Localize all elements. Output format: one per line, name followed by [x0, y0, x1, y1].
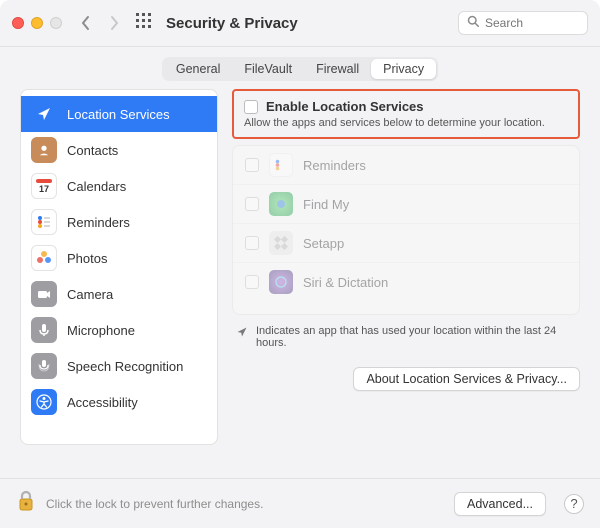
sidebar-item-microphone[interactable]: Microphone	[21, 312, 217, 348]
window-title: Security & Privacy	[166, 15, 298, 32]
app-row-reminders[interactable]: Reminders	[233, 146, 579, 185]
sidebar-item-label: Speech Recognition	[67, 359, 183, 374]
window-traffic-lights	[12, 17, 62, 29]
help-button[interactable]: ?	[564, 494, 584, 514]
enable-location-label: Enable Location Services	[266, 99, 424, 114]
tab-general[interactable]: General	[164, 59, 232, 79]
sidebar-item-label: Location Services	[67, 107, 170, 122]
tab-filevault[interactable]: FileVault	[232, 59, 304, 79]
sidebar-item-label: Accessibility	[67, 395, 138, 410]
tab-group: General FileVault Firewall Privacy	[162, 57, 438, 81]
enable-location-checkbox[interactable]	[244, 100, 258, 114]
speech-icon	[31, 353, 57, 379]
search-icon	[467, 14, 479, 32]
lock-icon[interactable]	[16, 489, 36, 518]
search-field[interactable]	[458, 11, 588, 35]
about-row: About Location Services & Privacy...	[232, 367, 580, 391]
footer: Click the lock to prevent further change…	[0, 478, 600, 528]
app-row-findmy[interactable]: Find My	[233, 185, 579, 224]
setapp-icon	[269, 231, 293, 255]
accessibility-icon	[31, 389, 57, 415]
close-window-button[interactable]	[12, 17, 24, 29]
advanced-button[interactable]: Advanced...	[454, 492, 546, 516]
lock-text: Click the lock to prevent further change…	[46, 497, 263, 511]
sidebar-item-accessibility[interactable]: Accessibility	[21, 384, 217, 420]
content-area: Location Services Contacts 17 Calendars …	[0, 89, 600, 445]
app-checkbox[interactable]	[245, 236, 259, 250]
app-label: Setapp	[303, 236, 344, 251]
main-panel: Enable Location Services Allow the apps …	[232, 89, 580, 445]
sidebar-item-photos[interactable]: Photos	[21, 240, 217, 276]
photos-icon	[31, 245, 57, 271]
zoom-window-button[interactable]	[50, 17, 62, 29]
app-checkbox[interactable]	[245, 158, 259, 172]
microphone-icon	[31, 317, 57, 343]
show-all-button[interactable]	[136, 13, 152, 34]
minimize-window-button[interactable]	[31, 17, 43, 29]
location-usage-note: Indicates an app that has used your loca…	[232, 325, 580, 349]
tab-privacy[interactable]: Privacy	[371, 59, 436, 79]
sidebar-item-calendars[interactable]: 17 Calendars	[21, 168, 217, 204]
calendar-icon: 17	[31, 173, 57, 199]
sidebar-item-label: Contacts	[67, 143, 118, 158]
sidebar-item-location[interactable]: Location Services	[21, 96, 217, 132]
sidebar-item-label: Photos	[67, 251, 107, 266]
tab-bar: General FileVault Firewall Privacy	[0, 47, 600, 89]
tab-firewall[interactable]: Firewall	[304, 59, 371, 79]
note-text: Indicates an app that has used your loca…	[256, 325, 576, 349]
camera-icon	[31, 281, 57, 307]
app-label: Siri & Dictation	[303, 275, 388, 290]
sidebar-item-speech[interactable]: Speech Recognition	[21, 348, 217, 384]
location-apps-list: Reminders Find My Setapp	[232, 145, 580, 315]
enable-location-highlight: Enable Location Services Allow the apps …	[232, 89, 580, 139]
app-label: Reminders	[303, 158, 366, 173]
search-input[interactable]	[485, 16, 579, 30]
back-button[interactable]	[80, 15, 92, 31]
enable-location-description: Allow the apps and services below to det…	[244, 117, 568, 129]
enable-location-row: Enable Location Services	[244, 99, 568, 114]
location-arrow-icon	[236, 325, 248, 349]
svg-text:17: 17	[39, 184, 49, 194]
findmy-icon	[269, 192, 293, 216]
sidebar-item-label: Calendars	[67, 179, 126, 194]
sidebar-item-label: Reminders	[67, 215, 130, 230]
sidebar-item-reminders[interactable]: Reminders	[21, 204, 217, 240]
sidebar-item-label: Microphone	[67, 323, 135, 338]
forward-button[interactable]	[108, 15, 120, 31]
app-checkbox[interactable]	[245, 197, 259, 211]
app-row-siri[interactable]: Siri & Dictation	[233, 263, 579, 301]
sidebar-item-label: Camera	[67, 287, 113, 302]
about-location-button[interactable]: About Location Services & Privacy...	[353, 367, 580, 391]
nav-buttons	[80, 15, 120, 31]
sidebar-item-contacts[interactable]: Contacts	[21, 132, 217, 168]
preferences-window: Security & Privacy General FileVault Fir…	[0, 0, 600, 528]
reminders-icon	[31, 209, 57, 235]
location-arrow-icon	[31, 101, 57, 127]
app-label: Find My	[303, 197, 349, 212]
titlebar: Security & Privacy	[0, 0, 600, 46]
app-row-setapp[interactable]: Setapp	[233, 224, 579, 263]
privacy-sidebar[interactable]: Location Services Contacts 17 Calendars …	[20, 89, 218, 445]
sidebar-item-camera[interactable]: Camera	[21, 276, 217, 312]
reminders-icon	[269, 153, 293, 177]
siri-icon	[269, 270, 293, 294]
app-checkbox[interactable]	[245, 275, 259, 289]
contacts-icon	[31, 137, 57, 163]
